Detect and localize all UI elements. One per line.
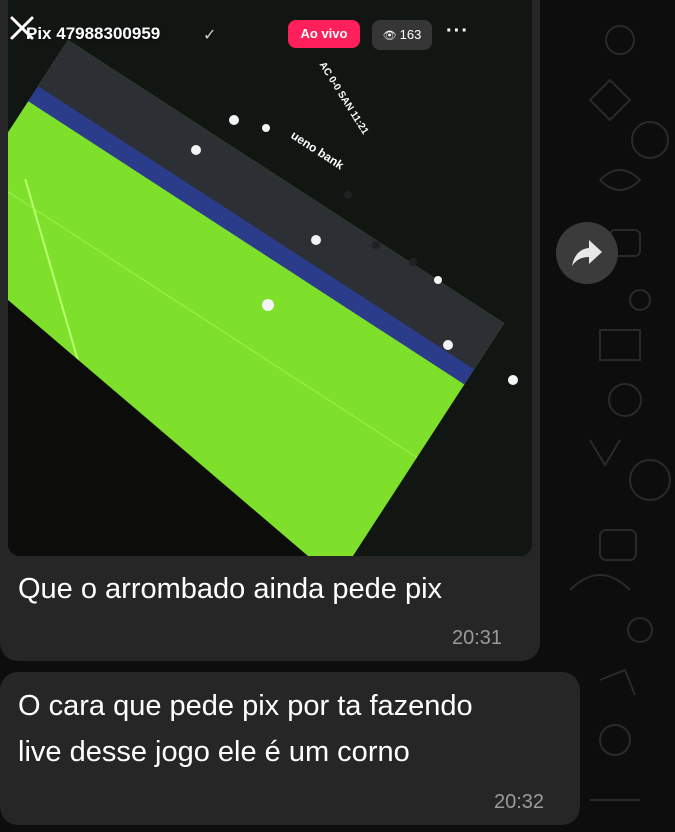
live-stream-header: Pix 47988300959 ✓ Ao vivo 👁 163 ···	[8, 14, 532, 54]
more-options-icon[interactable]: ···	[446, 20, 469, 43]
live-badge: Ao vivo	[288, 20, 360, 48]
football-broadcast-image	[8, 0, 532, 556]
message-timestamp-2: 20:32	[494, 791, 545, 813]
message-text-1: Que o arrombado ainda pede pix	[18, 573, 443, 605]
forward-icon	[572, 240, 602, 266]
close-icon[interactable]	[8, 14, 36, 42]
viewer-count-value: 163	[399, 27, 422, 42]
message-text-2-line-1: O cara que pede pix por ta fazendo	[18, 690, 473, 722]
message-timestamp-1: 20:31	[452, 627, 503, 649]
chat-background: AC 0-0 SAN 11:21 ueno bank Pix 479883009…	[0, 0, 675, 832]
live-username[interactable]: Pix 47988300959	[26, 24, 160, 44]
message-text-2: O cara que pede pix por ta fazendo live …	[18, 683, 578, 775]
live-video-thumbnail[interactable]: AC 0-0 SAN 11:21 ueno bank Pix 479883009…	[8, 0, 532, 556]
check-icon: ✓	[203, 27, 217, 44]
forward-button[interactable]	[556, 222, 618, 284]
viewer-count: 👁 163	[372, 20, 432, 50]
message-text-2-line-2: live desse jogo ele é um corno	[18, 736, 410, 768]
eye-icon: 👁	[382, 30, 397, 42]
